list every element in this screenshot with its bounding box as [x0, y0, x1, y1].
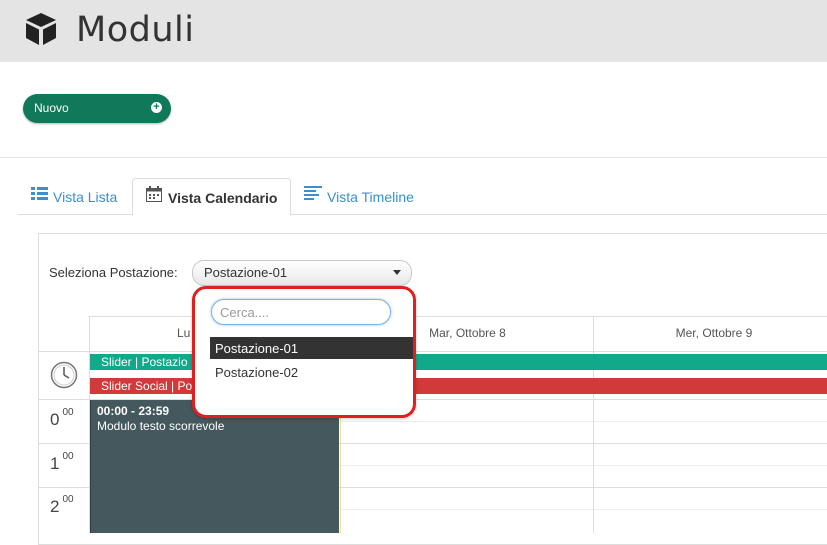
dropdown-option[interactable]: Postazione-02 [210, 361, 413, 383]
hour-label: 2 00 [50, 494, 74, 517]
caret-down-icon [393, 270, 401, 275]
grid-line [338, 509, 827, 510]
tab-vista-timeline-label: Vista Timeline [327, 189, 414, 205]
station-dropdown: Postazione-01 Postazione-02 [192, 286, 416, 418]
station-select-value: Postazione-01 [204, 265, 288, 280]
minute-value: 00 [62, 451, 74, 463]
tab-vista-timeline[interactable]: Vista Timeline [291, 180, 426, 214]
calendar-event[interactable]: 00:00 - 23:59 Modulo testo scorrevole [90, 400, 339, 533]
grid-line [338, 465, 827, 466]
divider [0, 157, 827, 158]
hour-value: 1 [50, 454, 60, 473]
dropdown-search-input[interactable] [211, 299, 391, 325]
dropdown-option-label: Postazione-01 [215, 341, 299, 356]
calendar-icon [146, 186, 162, 202]
tab-vista-lista[interactable]: Vista Lista [18, 180, 130, 214]
list-icon [31, 187, 48, 200]
page-title: Moduli [76, 10, 195, 50]
page-header: Moduli [0, 0, 827, 62]
cube-icon [26, 13, 56, 45]
tab-vista-calendario-label: Vista Calendario [168, 190, 278, 206]
hour-value: 2 [50, 497, 60, 516]
hour-label: 0 00 [50, 407, 74, 430]
allday-event-label: Slider | Postazio [101, 355, 188, 369]
tab-vista-lista-label: Vista Lista [53, 189, 118, 205]
tab-vista-calendario[interactable]: Vista Calendario [132, 178, 291, 216]
station-label: Seleziona Postazione: [49, 265, 178, 280]
today-line [340, 399, 341, 533]
allday-event-label: Slider Social | Po [101, 379, 193, 393]
new-button[interactable]: Nuovo + [23, 94, 171, 123]
hour-label: 1 00 [50, 451, 74, 474]
clock-icon [50, 361, 78, 389]
grid-line [38, 351, 827, 352]
grid-line [593, 316, 594, 533]
event-title: Modulo testo scorrevole [97, 419, 225, 433]
new-button-label: Nuovo [34, 101, 69, 115]
minute-value: 00 [62, 494, 74, 506]
dropdown-option-label: Postazione-02 [215, 365, 299, 380]
day-header-wednesday: Mer, Ottobre 9 [675, 326, 753, 340]
grid-line [338, 421, 827, 422]
plus-icon: + [151, 102, 162, 113]
dropdown-option[interactable]: Postazione-01 [210, 337, 413, 359]
station-select[interactable]: Postazione-01 [192, 260, 412, 286]
minute-value: 00 [62, 407, 74, 419]
hour-value: 0 [50, 410, 60, 429]
timeline-icon [304, 186, 322, 200]
event-time: 00:00 - 23:59 [97, 404, 170, 418]
